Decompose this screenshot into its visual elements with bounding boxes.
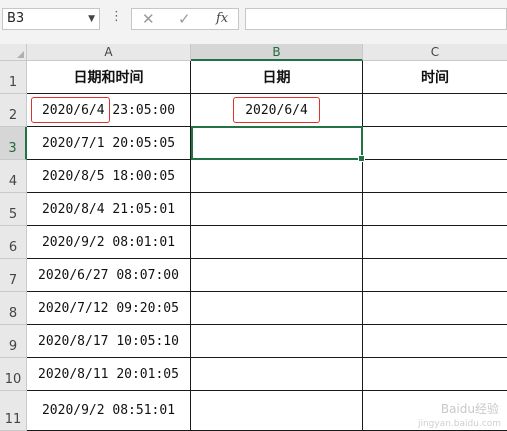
cell-a6[interactable]: 2020/9/2 08:01:01 (27, 226, 191, 259)
more-icon[interactable]: ⋮ (110, 9, 123, 24)
cell-c8[interactable] (363, 292, 507, 325)
watermark: Baidu经验 (440, 402, 499, 416)
cell-b11[interactable] (191, 391, 363, 431)
cell-b10[interactable] (191, 358, 363, 391)
formula-input[interactable] (245, 8, 507, 30)
row-header-1[interactable]: 1 (0, 61, 27, 94)
cancel-icon[interactable]: ✕ (142, 10, 155, 28)
cell-a7[interactable]: 2020/6/27 08:07:00 (27, 259, 191, 292)
fill-handle[interactable] (358, 155, 365, 162)
cell-c10[interactable] (363, 358, 507, 391)
check-icon[interactable]: ✓ (178, 10, 191, 28)
cell-b8[interactable] (191, 292, 363, 325)
cell-a3[interactable]: 2020/7/1 20:05:05 (27, 127, 191, 160)
name-box[interactable]: B3 ▼ (2, 8, 100, 30)
cell-c7[interactable] (363, 259, 507, 292)
cell-c5[interactable] (363, 193, 507, 226)
cell-a8[interactable]: 2020/7/12 09:20:05 (27, 292, 191, 325)
cell-c4[interactable] (363, 160, 507, 193)
cell-a5[interactable]: 2020/8/4 21:05:01 (27, 193, 191, 226)
select-all-corner[interactable] (0, 44, 27, 61)
column-header-a[interactable]: A (27, 44, 191, 61)
row-header-2[interactable]: 2 (0, 94, 27, 127)
highlight-box-b2 (233, 97, 320, 123)
cell-b4[interactable] (191, 160, 363, 193)
row-header-4[interactable]: 4 (0, 160, 27, 193)
cell-a4[interactable]: 2020/8/5 18:00:05 (27, 160, 191, 193)
row-header-7[interactable]: 7 (0, 259, 27, 292)
cell-c9[interactable] (363, 325, 507, 358)
watermark-url: jingyan.baidu.com (417, 419, 501, 429)
row-header-9[interactable]: 9 (0, 325, 27, 358)
fx-icon[interactable]: fx (216, 11, 228, 26)
formula-toolbar: B3 ▼ ⋮ ✕ ✓ fx (0, 0, 507, 44)
row-header-10[interactable]: 10 (0, 358, 27, 391)
column-header-c[interactable]: C (363, 44, 507, 61)
row-header-8[interactable]: 8 (0, 292, 27, 325)
cell-a1[interactable]: 日期和时间 (27, 61, 191, 94)
cell-a11[interactable]: 2020/9/2 08:51:01 (27, 391, 191, 431)
cell-b9[interactable] (191, 325, 363, 358)
cell-b1[interactable]: 日期 (191, 61, 363, 94)
cell-c3[interactable] (363, 127, 507, 160)
row-header-3[interactable]: 3 (0, 127, 27, 160)
cell-a9[interactable]: 2020/8/17 10:05:10 (27, 325, 191, 358)
cell-b6[interactable] (191, 226, 363, 259)
formula-buttons: ✕ ✓ fx (131, 8, 239, 30)
cell-b7[interactable] (191, 259, 363, 292)
cell-c2[interactable] (363, 94, 507, 127)
chevron-down-icon[interactable]: ▼ (88, 9, 95, 29)
row-header-11[interactable]: 11 (0, 391, 27, 431)
name-box-value: B3 (7, 11, 25, 26)
cell-c1[interactable]: 时间 (363, 61, 507, 94)
row-header-5[interactable]: 5 (0, 193, 27, 226)
column-header-b[interactable]: B (191, 44, 363, 61)
cell-c6[interactable] (363, 226, 507, 259)
highlight-box-a2 (31, 97, 110, 123)
cell-b5[interactable] (191, 193, 363, 226)
row-header-6[interactable]: 6 (0, 226, 27, 259)
active-cell-border (191, 126, 365, 162)
cell-a10[interactable]: 2020/8/11 20:01:05 (27, 358, 191, 391)
